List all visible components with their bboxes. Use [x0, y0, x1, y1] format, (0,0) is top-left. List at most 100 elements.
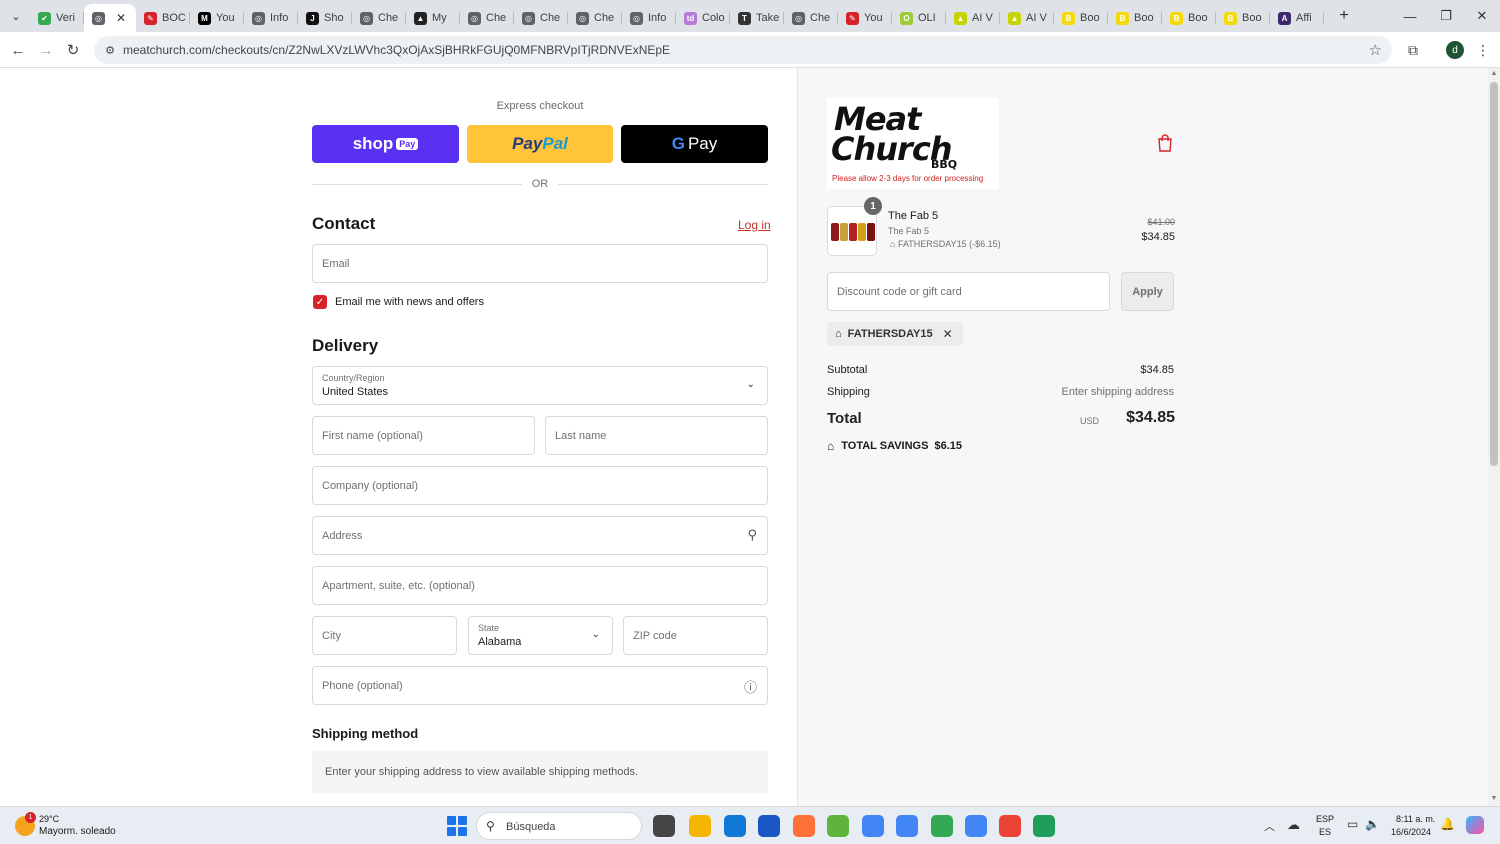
browser-tab-strip: ⌄ ✔ Veri ◎ ✕ ✎ BOC M You ◎ Info J Sho ◎ Che ▲ My ◎ Che ◎ Ch…: [0, 0, 1500, 32]
site-info-icon[interactable]: ⚙: [102, 42, 118, 58]
back-button[interactable]: ←: [8, 40, 28, 60]
browser-tab[interactable]: ▲ AI V: [1000, 4, 1054, 32]
browser-tab[interactable]: ✎ You: [838, 4, 892, 32]
network-icon[interactable]: ▭: [1347, 817, 1358, 831]
browser-tab[interactable]: ◎ ✕: [84, 4, 136, 32]
email-field[interactable]: Email: [312, 244, 768, 283]
subtotal-value: $34.85: [1140, 364, 1174, 376]
help-circle-icon[interactable]: ⓘ: [744, 677, 757, 696]
browser-tab[interactable]: td Colo: [676, 4, 730, 32]
browser-tab[interactable]: J Sho: [298, 4, 352, 32]
scrollbar-thumb[interactable]: [1490, 82, 1498, 466]
chrome-3-icon[interactable]: [931, 815, 953, 837]
state-select[interactable]: State Alabama ⌄: [468, 616, 613, 655]
country-select[interactable]: Country/Region United States ⌄: [312, 366, 768, 405]
browser-tab[interactable]: B Boo: [1054, 4, 1108, 32]
browser-tab[interactable]: ✎ BOC: [136, 4, 190, 32]
product-discount-text: FATHERSDAY15 (-$6.15): [897, 239, 1001, 249]
firefox-icon[interactable]: [793, 815, 815, 837]
utorrent-icon[interactable]: [827, 815, 849, 837]
browser-tab[interactable]: B Boo: [1162, 4, 1216, 32]
paypal-button[interactable]: Pay Pal: [467, 125, 613, 163]
new-tab-button[interactable]: +: [1334, 6, 1354, 26]
task-view-icon[interactable]: [653, 815, 675, 837]
meat-church-logo[interactable]: Meat Church BBQ Please allow 2-3 days fo…: [827, 98, 999, 189]
phone-field[interactable]: Phone (optional) ⓘ: [312, 666, 768, 705]
tab-favicon-icon: ◎: [630, 11, 643, 25]
browser-tab[interactable]: ▲ AI V: [946, 4, 1000, 32]
forward-button[interactable]: →: [36, 40, 56, 60]
browser-tab[interactable]: ✔ Veri: [30, 4, 84, 32]
volume-icon[interactable]: 🔈: [1365, 817, 1380, 831]
edge-icon[interactable]: [724, 815, 746, 837]
tab-search-chevron-icon[interactable]: ⌄: [6, 6, 26, 26]
chrome-4-icon[interactable]: [965, 815, 987, 837]
remove-code-icon[interactable]: ✕: [943, 327, 953, 341]
browser-tab[interactable]: ◎ Che: [460, 4, 514, 32]
browser-tab[interactable]: T Take: [730, 4, 784, 32]
restore-button[interactable]: ❐: [1434, 6, 1458, 26]
scroll-down-icon[interactable]: ▼: [1490, 795, 1498, 802]
keyboard-layout[interactable]: ES: [1319, 827, 1331, 837]
tab-label: You: [864, 12, 883, 24]
browser-tab[interactable]: ◎ Che: [784, 4, 838, 32]
shop-pay-button[interactable]: shop Pay: [312, 125, 459, 163]
reload-button[interactable]: ↻: [63, 40, 83, 60]
browser-tab[interactable]: ◎ Che: [514, 4, 568, 32]
browser-tab[interactable]: ◎ Info: [622, 4, 676, 32]
browser-tab[interactable]: A Affi: [1270, 4, 1324, 32]
browser-tab[interactable]: ▲ My: [406, 4, 460, 32]
browser-tab[interactable]: ◎ Che: [568, 4, 622, 32]
city-field[interactable]: City: [312, 616, 457, 655]
taskbar-search[interactable]: ⚲ Búsqueda: [476, 812, 642, 840]
browser-menu-icon[interactable]: ⋮: [1476, 41, 1490, 59]
file-explorer-icon[interactable]: [689, 815, 711, 837]
security-app-icon[interactable]: [1033, 815, 1055, 837]
tab-favicon-icon: B: [1116, 11, 1129, 25]
google-pay-button[interactable]: G Pay: [621, 125, 768, 163]
apartment-field[interactable]: Apartment, suite, etc. (optional): [312, 566, 768, 605]
clock-date[interactable]: 16/6/2024: [1391, 827, 1431, 837]
address-bar[interactable]: ⚙ meatchurch.com/checkouts/cn/Z2NwLXVzLW…: [94, 36, 1392, 64]
start-button[interactable]: [447, 816, 467, 836]
browser-tab[interactable]: B Boo: [1216, 4, 1270, 32]
chrome-2-icon[interactable]: [896, 815, 918, 837]
clock-time[interactable]: 8:11 a. m.: [1396, 814, 1435, 824]
email-placeholder: Email: [322, 258, 350, 270]
browser-tab[interactable]: ◎ Info: [244, 4, 298, 32]
tray-chevron-up-icon[interactable]: ︿: [1264, 818, 1275, 834]
store-icon[interactable]: [758, 815, 780, 837]
weather-temperature[interactable]: 29°C: [39, 814, 59, 824]
minimize-button[interactable]: —: [1398, 6, 1422, 26]
login-link[interactable]: Log in: [738, 218, 771, 232]
weather-description[interactable]: Mayorm. soleado: [39, 826, 116, 837]
company-field[interactable]: Company (optional): [312, 466, 768, 505]
shopping-bag-icon[interactable]: [1157, 134, 1173, 152]
profile-avatar[interactable]: d: [1446, 41, 1464, 59]
notification-bell-icon[interactable]: 🔔: [1440, 817, 1455, 831]
zip-field[interactable]: ZIP code: [623, 616, 768, 655]
discount-code-input[interactable]: Discount code or gift card: [827, 272, 1110, 311]
close-tab-icon[interactable]: ✕: [116, 11, 126, 25]
browser-tab[interactable]: ◎ Che: [352, 4, 406, 32]
chrome-5-icon[interactable]: [999, 815, 1021, 837]
close-window-button[interactable]: ✕: [1470, 6, 1494, 26]
chrome-1-icon[interactable]: [862, 815, 884, 837]
extensions-icon[interactable]: ⧉: [1404, 41, 1422, 59]
onedrive-cloud-icon[interactable]: ☁: [1287, 817, 1300, 833]
language-indicator[interactable]: ESP: [1316, 814, 1334, 824]
copilot-icon[interactable]: [1466, 816, 1484, 834]
tab-favicon-icon: B: [1170, 11, 1183, 25]
browser-tab[interactable]: B Boo: [1108, 4, 1162, 32]
last-name-field[interactable]: Last name: [545, 416, 768, 455]
scroll-up-icon[interactable]: ▲: [1490, 70, 1498, 77]
address-field[interactable]: Address ⚲: [312, 516, 768, 555]
url-text[interactable]: meatchurch.com/checkouts/cn/Z2NwLXVzLWVh…: [123, 43, 670, 57]
newsletter-checkbox[interactable]: ✓: [313, 295, 327, 309]
apply-button[interactable]: Apply: [1121, 272, 1174, 311]
tag-icon: ⌂: [835, 328, 842, 340]
first-name-field[interactable]: First name (optional): [312, 416, 535, 455]
browser-tab[interactable]: O OLI: [892, 4, 946, 32]
browser-tab[interactable]: M You: [190, 4, 244, 32]
bookmark-star-icon[interactable]: ☆: [1369, 41, 1382, 59]
